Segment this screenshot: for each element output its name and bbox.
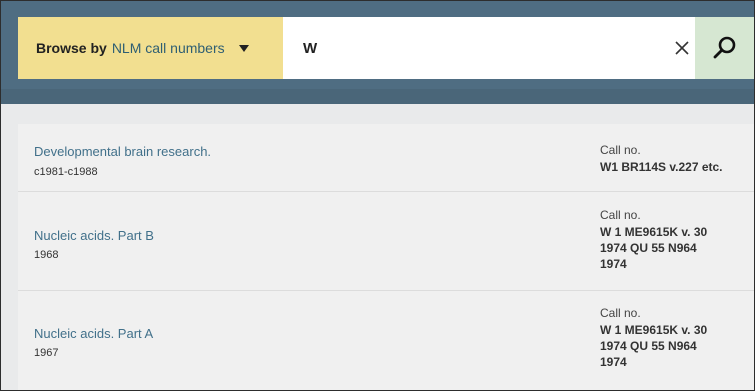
call-number-label: Call no.	[600, 306, 641, 320]
call-number-label: Call no.	[600, 208, 641, 222]
browse-by-select[interactable]: Browse by NLM call numbers	[18, 17, 283, 79]
result-date: 1967	[34, 347, 59, 359]
browse-by-value: NLM call numbers	[111, 40, 225, 56]
result-row: Developmental brain research. c1981-c198…	[18, 124, 754, 192]
search-bar-strip	[1, 89, 754, 104]
browse-by-label: Browse by	[36, 40, 107, 56]
result-row: Nucleic acids. Part B 1968 Call no. W 1 …	[18, 192, 754, 291]
call-number-value: W1 BR114S v.227 etc.	[600, 160, 723, 174]
call-number-label: Call no.	[600, 143, 641, 157]
clear-search-button[interactable]	[669, 17, 695, 79]
search-input[interactable]	[283, 17, 694, 79]
call-number-value: W 1 ME9615K v. 30 1974 QU 55 N964 1974	[600, 225, 708, 271]
close-icon	[675, 41, 689, 55]
result-title-link[interactable]: Nucleic acids. Part B	[34, 228, 154, 243]
result-date: 1968	[34, 249, 59, 261]
result-title-link[interactable]: Developmental brain research.	[34, 144, 211, 159]
caret-down-icon	[238, 44, 249, 52]
result-row: Nucleic acids. Part A 1967 Call no. W 1 …	[18, 291, 754, 390]
result-title-link[interactable]: Nucleic acids. Part A	[34, 326, 153, 341]
result-date: c1981-c1988	[34, 166, 98, 178]
browse-page: Browse by NLM call numbers Developmental…	[0, 0, 755, 391]
search-bar: Browse by NLM call numbers	[1, 1, 754, 104]
call-number-value: W 1 ME9615K v. 30 1974 QU 55 N964 1974	[600, 323, 708, 369]
search-icon	[713, 36, 735, 59]
results-list: Developmental brain research. c1981-c198…	[18, 124, 754, 390]
search-button[interactable]	[695, 17, 754, 79]
